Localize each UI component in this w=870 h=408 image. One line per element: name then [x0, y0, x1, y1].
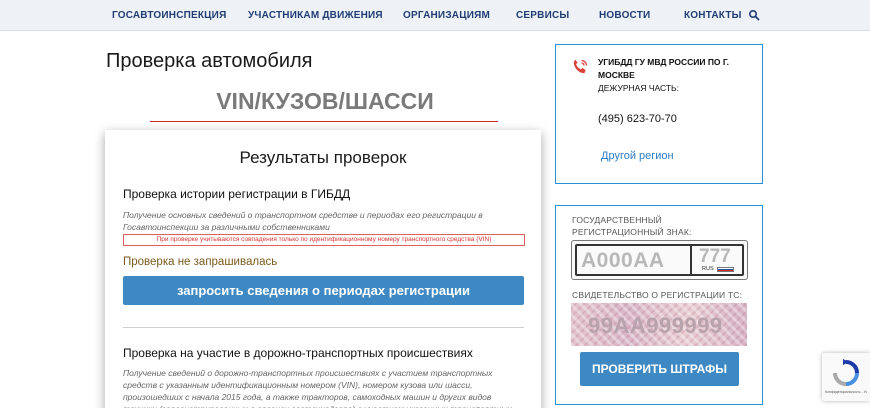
- contact-box: УГИБДД ГУ МВД РОССИИ ПО Г. МОСКВЕ ДЕЖУРН…: [555, 44, 763, 184]
- nav-item-organizations[interactable]: ОРГАНИЗАЦИЯМ: [403, 10, 490, 21]
- nav-item-contacts[interactable]: КОНТАКТЫ: [684, 10, 742, 21]
- recaptcha-badge[interactable]: Конфиденциальность - Условия использован…: [822, 353, 870, 401]
- russia-flag-icon: [717, 267, 734, 272]
- registration-check-title: Проверка истории регистрации в ГИБДД: [123, 187, 351, 201]
- nav-item-participants[interactable]: УЧАСТНИКАМ ДВИЖЕНИЯ: [248, 10, 383, 21]
- fines-check-box: ГОСУДАРСТВЕННЫЙ РЕГИСТРАЦИОННЫЙ ЗНАК: А0…: [555, 205, 763, 405]
- duty-label: ДЕЖУРНАЯ ЧАСТЬ:: [598, 83, 679, 93]
- nav-item-services[interactable]: СЕРВИСЫ: [516, 10, 569, 21]
- vin-warning: При проверке учитываются совпадения толь…: [123, 234, 525, 246]
- registration-status: Проверка не запрашивалась: [123, 256, 278, 268]
- accident-check-description: Получение сведений о дорожно-транспортны…: [123, 368, 512, 408]
- results-card: Результаты проверок Проверка истории рег…: [105, 130, 541, 408]
- check-fines-button[interactable]: ПРОВЕРИТЬ ШТРАФЫ: [580, 352, 739, 386]
- top-nav: ГОСАВТОИНСПЕКЦИЯ УЧАСТНИКАМ ДВИЖЕНИЯ ОРГ…: [0, 0, 870, 31]
- accident-check-title: Проверка на участие в дорожно-транспортн…: [123, 346, 473, 360]
- search-icon[interactable]: [748, 9, 760, 21]
- cert-label: СВИДЕТЕЛЬСТВО О РЕГИСТРАЦИИ ТС:: [572, 290, 743, 300]
- plate-number[interactable]: А000АА: [581, 249, 665, 273]
- plate-region[interactable]: 777: [699, 246, 731, 268]
- nav-item-gosavtoinspektsiya[interactable]: ГОСАВТОИНСПЕКЦИЯ: [112, 10, 226, 21]
- phone-number[interactable]: (495) 623-70-70: [598, 113, 677, 125]
- plate-label: ГОСУДАРСТВЕННЫЙ РЕГИСТРАЦИОННЫЙ ЗНАК:: [572, 215, 692, 237]
- page-title: Проверка автомобиля: [106, 50, 313, 72]
- other-region-link[interactable]: Другой регион: [601, 150, 674, 162]
- org-name: УГИБДД ГУ МВД РОССИИ ПО Г. МОСКВЕ: [598, 57, 730, 80]
- request-registration-button[interactable]: запросить сведения о периодах регистраци…: [123, 276, 524, 305]
- section-divider: [123, 327, 524, 328]
- cert-input[interactable]: 99АА999999: [571, 303, 747, 346]
- plate-separator: [690, 246, 692, 274]
- vin-heading: VIN/КУЗОВ/ШАССИ: [216, 88, 434, 114]
- plate-frame: А000АА 777 RUS: [575, 244, 744, 276]
- recaptcha-links[interactable]: Конфиденциальность - Условия использован…: [825, 390, 867, 394]
- results-title: Результаты проверок: [239, 148, 407, 167]
- plate-input[interactable]: А000АА 777 RUS: [571, 240, 748, 280]
- cert-number[interactable]: 99АА999999: [588, 313, 723, 339]
- plate-country: RUS: [702, 266, 714, 272]
- nav-item-news[interactable]: НОВОСТИ: [599, 10, 650, 21]
- registration-check-description: Получение основных сведений о транспортн…: [123, 210, 483, 232]
- recaptcha-icon: [833, 359, 859, 386]
- vin-underline: [150, 121, 498, 122]
- phone-icon: [573, 59, 588, 74]
